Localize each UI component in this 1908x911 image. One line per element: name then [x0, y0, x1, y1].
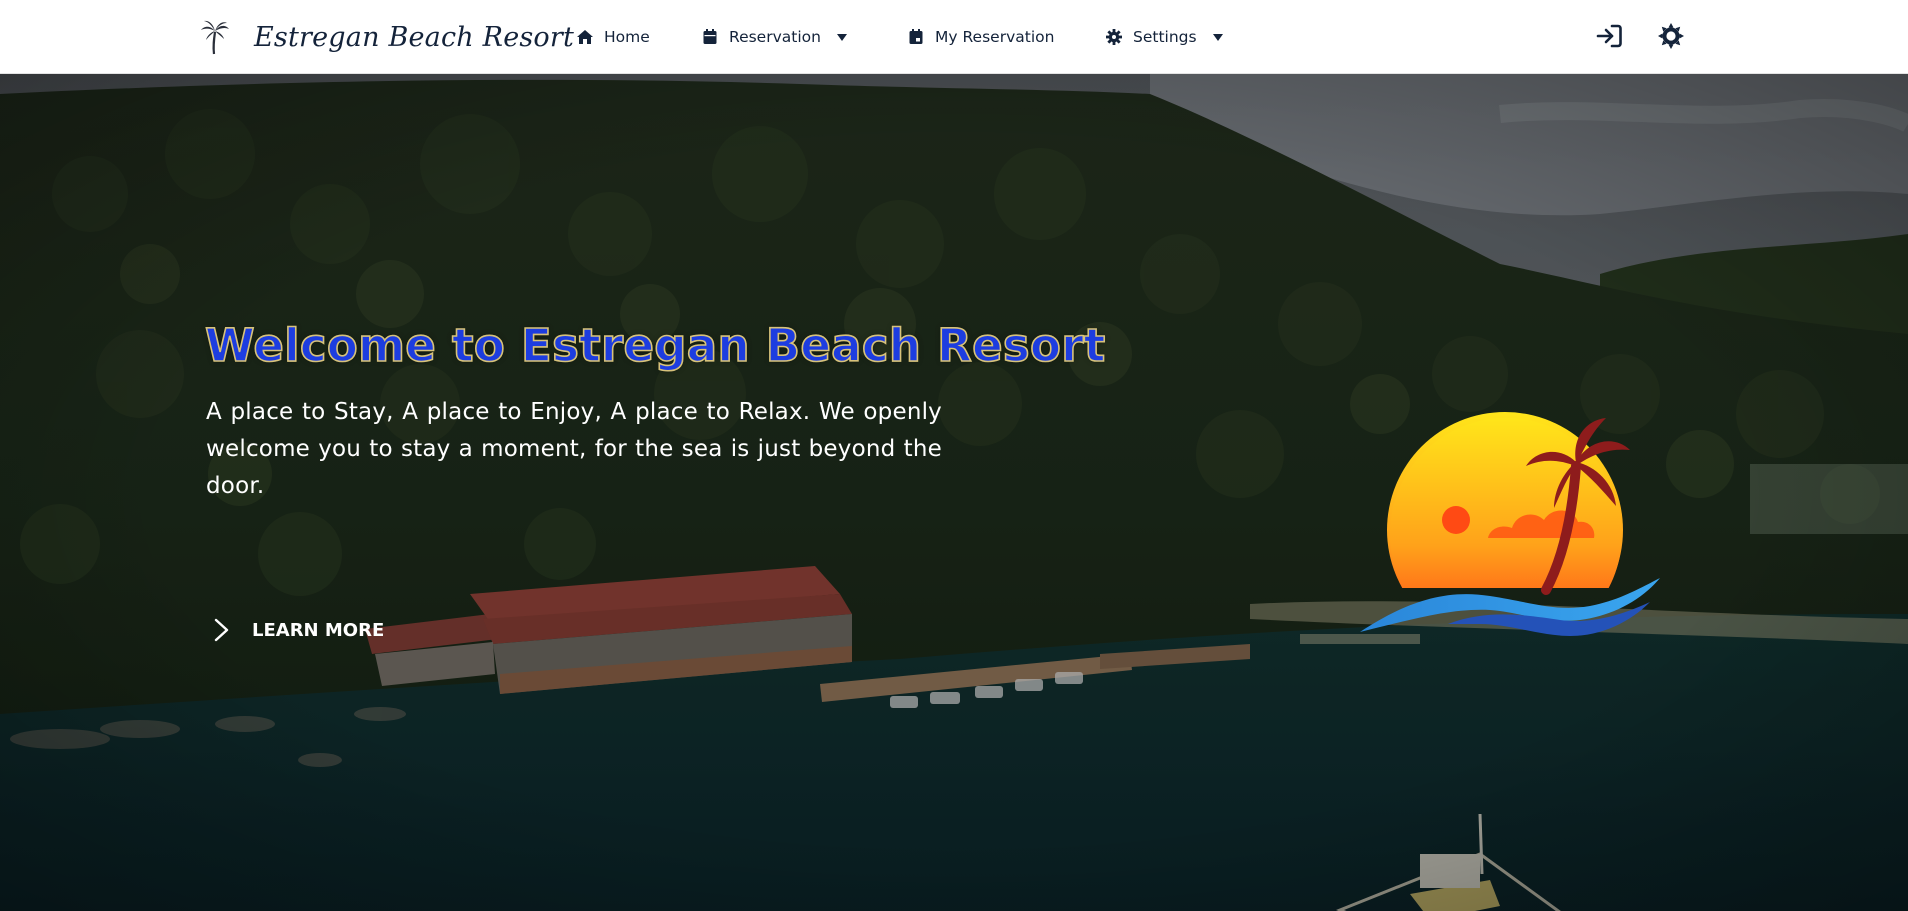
chevron-down-icon — [836, 33, 847, 41]
login-button[interactable] — [1593, 20, 1625, 52]
chevron-down-icon — [1212, 33, 1223, 41]
nav-home[interactable]: Home — [576, 22, 650, 52]
nav-reservation[interactable]: Reservation — [701, 22, 847, 52]
top-navbar: Estregan Beach Resort Home Reservation M… — [0, 0, 1908, 74]
calendar-icon — [703, 29, 717, 44]
hero-description: A place to Stay, A place to Enjoy, A pla… — [206, 399, 942, 499]
hero-section: Welcome to Estregan Beach Resort A place… — [0, 74, 1908, 911]
theme-toggle-button[interactable] — [1655, 20, 1687, 52]
login-icon — [1596, 24, 1622, 48]
calendar-check-icon — [909, 29, 923, 44]
nav-home-label: Home — [604, 28, 650, 46]
sunset-palm-logo — [1360, 410, 1660, 650]
brand-name: Estregan Beach Resort — [254, 21, 575, 53]
learn-more-button[interactable]: LEARN MORE — [212, 610, 384, 650]
sun-icon — [1658, 23, 1684, 49]
nav-reservation-label: Reservation — [729, 28, 821, 46]
brand-link[interactable]: Estregan Beach Resort — [200, 16, 574, 58]
learn-more-label: LEARN MORE — [252, 619, 385, 641]
palm-tree-icon — [201, 20, 229, 55]
nav-my-reservation-label: My Reservation — [935, 28, 1055, 46]
nav-settings-label: Settings — [1133, 28, 1197, 46]
chevron-right-icon — [214, 618, 229, 642]
nav-my-reservation[interactable]: My Reservation — [907, 22, 1054, 52]
nav-settings[interactable]: Settings — [1105, 22, 1223, 52]
hero-title: Welcome to Estregan Beach Resort — [204, 318, 1106, 373]
home-icon — [577, 30, 593, 44]
gear-icon — [1106, 29, 1122, 45]
